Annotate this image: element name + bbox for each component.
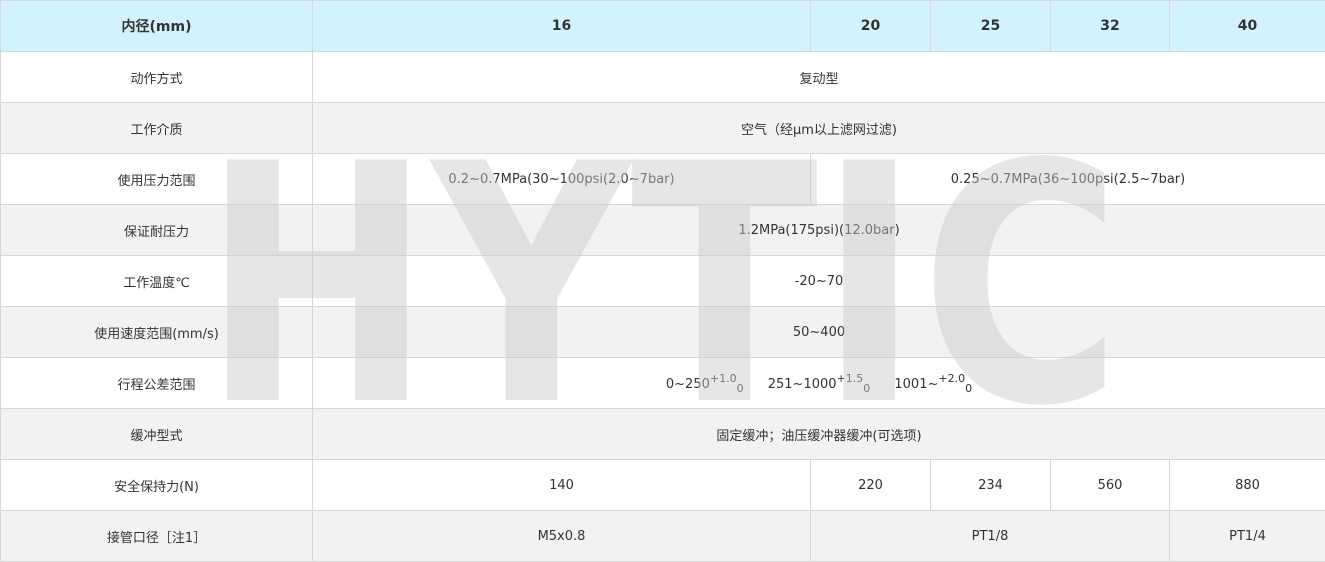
tolerance-lower: 0 [965,381,973,395]
stroke-tolerance-item: 1001~+2.00 [894,372,973,395]
row-label: 使用速度范围(mm/s) [0,306,313,358]
stroke-tolerance-item: 251~1000+1.50 [767,372,871,395]
force-bore-16: 140 [312,459,811,511]
row-stroke: 行程公差范围 0~250+1.00 251~1000+1.50 1001~+2.… [0,357,1325,409]
port-large-bore: PT1/4 [1169,510,1325,562]
row-pressure: 使用压力范围 0.2~0.7MPa(30~100psi(2.0~7bar) 0.… [0,153,1325,205]
row-label: 缓冲型式 [0,408,313,460]
header-bore-16: 16 [312,0,811,52]
row-proof: 保证耐压力 1.2MPa(175psi)(12.0bar) [0,204,1325,256]
header-bore-20: 20 [810,0,931,52]
row-label: 接管口径［注1］ [0,510,313,562]
pressure-large-bore: 0.25~0.7MPa(36~100psi(2.5~7bar) [810,153,1325,205]
row-force: 安全保持力(N) 140 220 234 560 880 [0,459,1325,511]
stroke-tolerance-cell: 0~250+1.00 251~1000+1.50 1001~+2.00 [312,357,1325,409]
row-label: 保证耐压力 [0,204,313,256]
header-bore-32: 32 [1050,0,1170,52]
force-bore-25: 234 [930,459,1051,511]
row-value: 1.2MPa(175psi)(12.0bar) [312,204,1325,256]
row-temp: 工作温度℃ -20~70 [0,255,1325,307]
row-label: 动作方式 [0,51,313,103]
row-label: 安全保持力(N) [0,459,313,511]
row-value: 固定缓冲；油压缓冲器缓冲(可选项) [312,408,1325,460]
row-label: 工作介质 [0,102,313,154]
row-label: 行程公差范围 [0,357,313,409]
spec-table: 内径(mm) 16 20 25 32 40 动作方式 复动型 工作介质 空气（经… [0,0,1325,562]
row-value: -20~70 [312,255,1325,307]
row-label: 使用压力范围 [0,153,313,205]
row-value: 空气（经μm以上滤网过滤) [312,102,1325,154]
row-speed: 使用速度范围(mm/s) 50~400 [0,306,1325,358]
tolerance-range: 251~1000 [767,376,837,392]
row-port: 接管口径［注1］ M5x0.8 PT1/8 PT1/4 [0,510,1325,562]
port-small-bore: M5x0.8 [312,510,811,562]
tolerance-lower: 0 [736,381,744,395]
row-value: 复动型 [312,51,1325,103]
force-bore-40: 880 [1169,459,1325,511]
header-row: 内径(mm) 16 20 25 32 40 [0,0,1325,52]
row-label: 工作温度℃ [0,255,313,307]
stroke-tolerance-item: 0~250+1.00 [665,372,744,395]
row-action: 动作方式 复动型 [0,51,1325,103]
pressure-small-bore: 0.2~0.7MPa(30~100psi(2.0~7bar) [312,153,811,205]
row-cushion: 缓冲型式 固定缓冲；油压缓冲器缓冲(可选项) [0,408,1325,460]
force-bore-20: 220 [810,459,931,511]
row-medium: 工作介质 空气（经μm以上滤网过滤) [0,102,1325,154]
port-mid-bore: PT1/8 [810,510,1170,562]
tolerance-upper: +1.0 [709,371,737,385]
tolerance-upper: +1.5 [836,371,864,385]
tolerance-range: 0~250 [665,376,710,392]
header-bore-40: 40 [1169,0,1325,52]
tolerance-upper: +2.0 [938,371,966,385]
tolerance-lower: 0 [863,381,871,395]
row-value: 50~400 [312,306,1325,358]
tolerance-range: 1001~ [894,376,939,392]
force-bore-32: 560 [1050,459,1170,511]
header-bore-25: 25 [930,0,1051,52]
header-label: 内径(mm) [0,0,313,52]
